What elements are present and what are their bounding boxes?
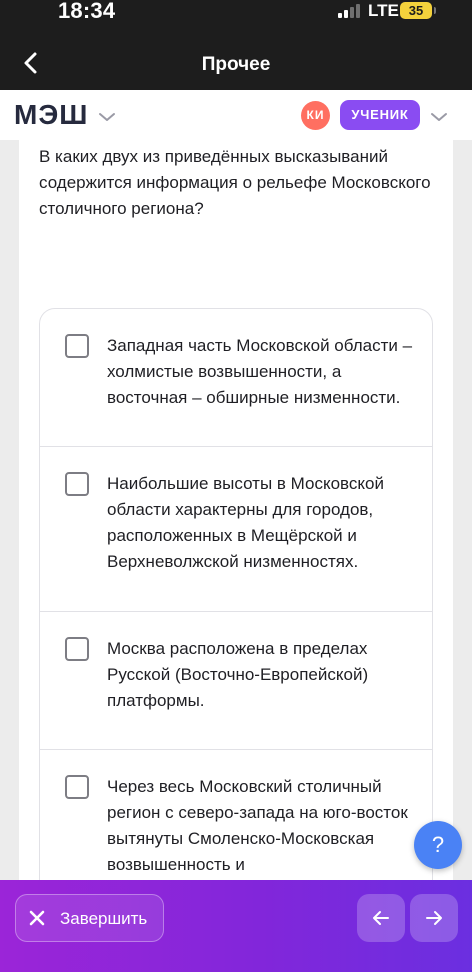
answer-option-text: Наибольшие высоты в Московской области х… xyxy=(107,474,384,571)
logo-menu-button[interactable] xyxy=(98,110,116,122)
signal-icon xyxy=(338,4,360,18)
question-card: В каких двух из приведённых высказываний… xyxy=(19,140,453,928)
logo[interactable]: МЭШ xyxy=(14,99,88,131)
answer-option-2[interactable]: Наибольшие высоты в Московской области х… xyxy=(40,447,432,612)
status-bar: 18:34 LTE 35 xyxy=(0,0,472,26)
status-time: 18:34 xyxy=(58,0,116,23)
chevron-down-icon xyxy=(99,113,115,121)
checkbox[interactable] xyxy=(65,472,89,496)
battery-icon: 35 xyxy=(400,2,436,19)
nav-bar: Прочее xyxy=(0,26,472,90)
answer-option-text: Западная часть Московской области – холм… xyxy=(107,336,413,407)
close-icon xyxy=(29,910,45,926)
checkbox[interactable] xyxy=(65,334,89,358)
answer-option-1[interactable]: Западная часть Московской области – холм… xyxy=(40,309,432,447)
arrow-left-icon xyxy=(373,911,389,925)
site-header: МЭШ КИ УЧЕНИК xyxy=(0,90,472,140)
answer-options: Западная часть Московской области – холм… xyxy=(39,308,433,928)
profile-menu-button[interactable] xyxy=(430,110,448,122)
answer-option-text: Москва расположена в пределах Русской (В… xyxy=(107,639,369,710)
avatar[interactable]: КИ xyxy=(301,101,330,130)
finish-button[interactable]: Завершить xyxy=(15,894,164,942)
checkbox[interactable] xyxy=(65,775,89,799)
chevron-down-icon xyxy=(431,113,447,121)
role-badge[interactable]: УЧЕНИК xyxy=(340,100,420,130)
question-text: В каких двух из приведённых высказываний… xyxy=(39,147,431,218)
answer-option-text: Через весь Московский столичный регион с… xyxy=(107,777,408,874)
screen: 18:34 LTE 35 Прочее МЭШ КИ УЧЕНИК В каки… xyxy=(0,0,472,972)
next-question-button[interactable] xyxy=(410,894,458,942)
help-button[interactable]: ? xyxy=(414,821,462,869)
nav-title: Прочее xyxy=(201,54,271,75)
answer-option-3[interactable]: Москва расположена в пределах Русской (В… xyxy=(40,612,432,750)
network-label: LTE xyxy=(368,1,399,20)
arrow-right-icon xyxy=(426,911,442,925)
finish-label: Завершить xyxy=(60,909,148,928)
checkbox[interactable] xyxy=(65,637,89,661)
previous-question-button[interactable] xyxy=(357,894,405,942)
bottom-bar: Завершить xyxy=(0,880,472,972)
